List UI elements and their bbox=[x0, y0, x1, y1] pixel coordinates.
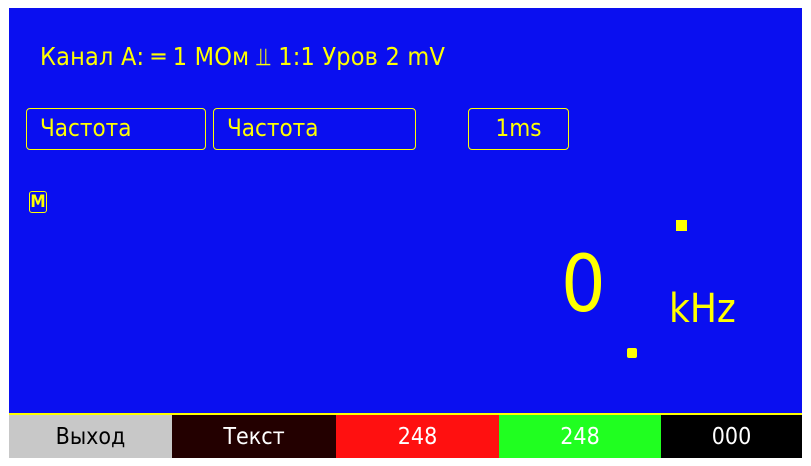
mode-button-1[interactable]: Частота bbox=[26, 108, 206, 150]
decimal-point bbox=[627, 348, 637, 358]
timebase-button[interactable]: 1ms bbox=[468, 108, 569, 150]
softkey-green-248[interactable]: 248 bbox=[499, 413, 661, 458]
softkey-000[interactable]: 000 bbox=[661, 413, 802, 458]
channel-info: Канал А: ═ 1 МОм ⫫ 1:1 Уров 2 mV bbox=[40, 42, 446, 71]
mode-button-2[interactable]: Частота bbox=[213, 108, 416, 150]
softkey-text[interactable]: Текст bbox=[172, 413, 336, 458]
softkey-bar: Выход Текст 248 248 000 bbox=[9, 413, 802, 458]
reading-value: 0 bbox=[561, 240, 606, 330]
softkey-exit[interactable]: Выход bbox=[9, 413, 172, 458]
reading-unit: kHz bbox=[669, 286, 736, 332]
m-badge: M bbox=[29, 191, 47, 213]
indicator-dot bbox=[676, 220, 687, 231]
display-screen: Канал А: ═ 1 МОм ⫫ 1:1 Уров 2 mV Частота… bbox=[9, 8, 802, 458]
softkey-red-248[interactable]: 248 bbox=[336, 413, 499, 458]
